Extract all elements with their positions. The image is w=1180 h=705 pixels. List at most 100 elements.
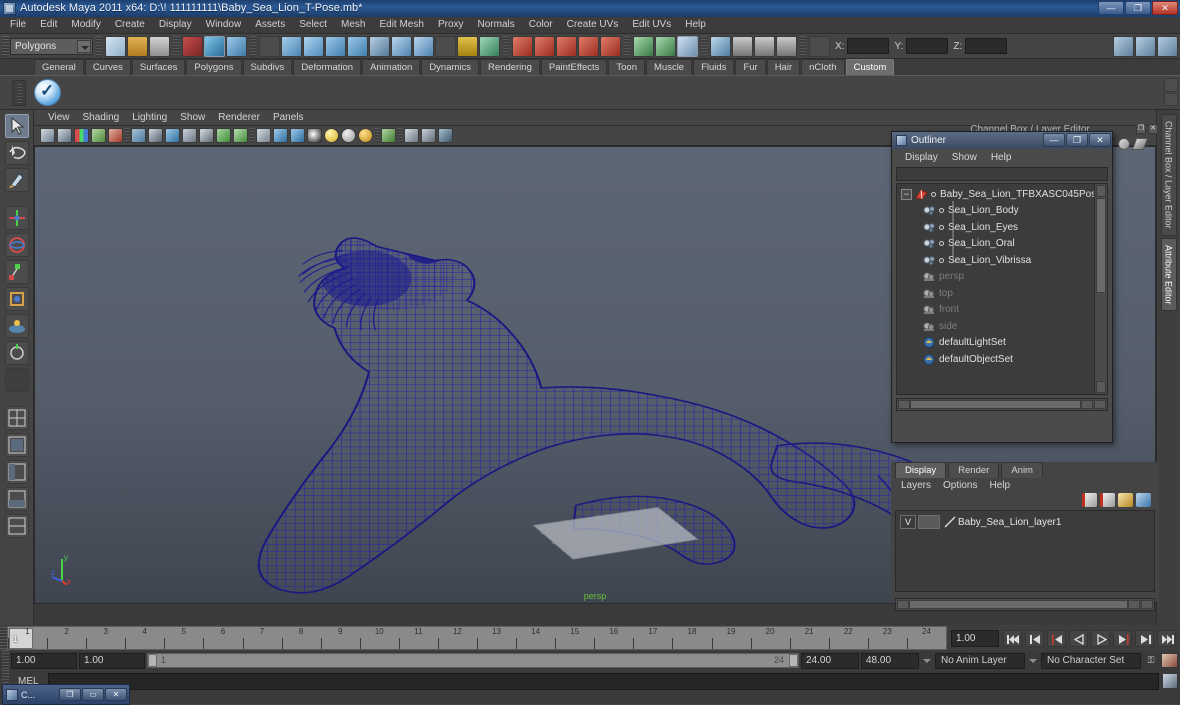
text-icon[interactable] [233, 128, 248, 143]
menu-proxy[interactable]: Proxy [431, 17, 471, 33]
outliner-scroll-thumb[interactable] [1096, 198, 1106, 293]
layout-four-view[interactable] [4, 406, 29, 430]
wireframe-icon[interactable] [131, 128, 146, 143]
outliner-tree[interactable]: − Baby_Sea_Lion_TFBXASC045Pose Sea_Lion_Bo… [896, 183, 1108, 395]
viewport-menu-view[interactable]: View [42, 110, 76, 125]
save-scene-icon[interactable] [149, 35, 170, 57]
rotate-tool[interactable] [4, 233, 29, 257]
outliner-row[interactable]: top [897, 285, 1107, 302]
move-tool-icon[interactable] [281, 35, 302, 57]
shelf-tab-custom[interactable]: Custom [845, 59, 895, 75]
layout-single-perspective[interactable] [4, 433, 29, 457]
menu-help[interactable]: Help [678, 17, 713, 33]
window-minimize-button[interactable]: — [1098, 1, 1124, 15]
selection-mode-dropdown[interactable]: Polygons [10, 37, 93, 55]
layout-hypergraph[interactable] [4, 487, 29, 511]
shaded-wireframe-icon[interactable] [182, 128, 197, 143]
outliner-row[interactable]: − Baby_Sea_Lion_TFBXASC045Pose [897, 186, 1107, 203]
outliner-restore-button[interactable]: ❐ [1066, 133, 1088, 147]
layer-hscroll-right-arrow[interactable] [1128, 600, 1140, 609]
select-by-component-icon[interactable] [226, 35, 247, 57]
dock-tab-channel-box-layer-editor[interactable]: Channel Box / Layer Editor [1160, 114, 1177, 236]
outliner-menu-display[interactable]: Display [898, 150, 945, 165]
window-close-button[interactable]: ✕ [1152, 1, 1178, 15]
outliner-row-label[interactable]: Baby_Sea_Lion_TFBXASC045Pose [940, 189, 1102, 200]
menu-modify[interactable]: Modify [64, 17, 107, 33]
paint-select-tool[interactable] [4, 168, 29, 192]
range-left-handle[interactable] [148, 654, 157, 667]
open-scene-icon[interactable] [127, 35, 148, 57]
surface-snap-icon[interactable] [347, 35, 368, 57]
outliner-expand-toggle[interactable]: − [901, 188, 912, 200]
render-settings-icon[interactable] [776, 35, 797, 57]
anim-layer-field[interactable]: No Anim Layer [935, 652, 1025, 669]
tool-settings-toggle-icon[interactable] [1135, 35, 1156, 57]
hardware-texture-icon[interactable] [216, 128, 231, 143]
outliner-row-label[interactable]: top [939, 288, 953, 299]
menu-create[interactable]: Create [108, 17, 152, 33]
time-slider-grip[interactable] [0, 627, 7, 649]
view-plane-icon[interactable] [413, 35, 434, 57]
taskbar-close-button[interactable]: ✕ [105, 688, 127, 701]
grease-pencil-icon[interactable] [108, 128, 123, 143]
range-start-time-field[interactable]: 1.00 [79, 652, 145, 669]
range-right-handle[interactable] [789, 654, 798, 667]
curve-snap2-icon[interactable] [534, 35, 555, 57]
shelf-tab-muscle[interactable]: Muscle [646, 59, 693, 75]
layer-editor-tab-render[interactable]: Render [948, 462, 1000, 478]
channel-box-close-button[interactable]: ✕ [1148, 124, 1158, 134]
layer-list[interactable]: V Baby_Sea_Lion_layer1 [895, 510, 1155, 592]
taskbar-maximize-button[interactable]: ▭ [82, 688, 104, 701]
smooth-shade-icon[interactable] [148, 128, 163, 143]
outliner-row[interactable]: Sea_Lion_Oral [897, 236, 1107, 253]
viewport-menu-lighting[interactable]: Lighting [126, 110, 173, 125]
menu-normals[interactable]: Normals [471, 17, 522, 33]
step-forward-frame-icon[interactable] [1113, 629, 1132, 647]
construction-plane-icon[interactable] [369, 35, 390, 57]
isolate-select-icon[interactable] [404, 128, 419, 143]
shelf-tab-fur[interactable]: Fur [735, 59, 766, 75]
shelf-tab-painteffects[interactable]: PaintEffects [540, 59, 608, 75]
animation-preferences-icon[interactable] [1161, 653, 1178, 668]
outliner-row-label[interactable]: Sea_Lion_Vibrissa [948, 255, 1031, 266]
chevron-down-icon[interactable] [77, 39, 91, 53]
lock-icon[interactable] [457, 35, 478, 57]
character-set-field[interactable]: No Character Set [1041, 652, 1141, 669]
default-light-icon[interactable] [324, 128, 339, 143]
render-region-icon[interactable] [421, 128, 436, 143]
layer-editor-tab-display[interactable]: Display [895, 462, 947, 478]
range-end-time-field[interactable]: 24.00 [801, 652, 859, 669]
taskbar-window[interactable]: C... ❐ ▭ ✕ [2, 684, 130, 705]
outliner-row-label[interactable]: Sea_Lion_Eyes [948, 222, 1018, 233]
go-to-start-icon[interactable] [1003, 629, 1022, 647]
outliner-row-label[interactable]: Sea_Lion_Oral [948, 238, 1015, 249]
grid-toggle-icon[interactable] [381, 128, 396, 143]
layer-list-horizontal-scrollbar[interactable] [895, 598, 1155, 611]
layer-editor-menu-help[interactable]: Help [983, 479, 1016, 492]
select-by-object-icon[interactable] [204, 35, 225, 57]
play-backwards-icon[interactable] [1069, 629, 1088, 647]
layout-outliner-persp[interactable] [4, 460, 29, 484]
input-connection-icon[interactable] [633, 35, 654, 57]
screen-space-ao-icon[interactable] [307, 128, 322, 143]
layer-type-icon[interactable] [942, 515, 958, 529]
menu-assets[interactable]: Assets [248, 17, 292, 33]
playback-speed-chevron-icon[interactable] [921, 653, 933, 669]
layer-name[interactable]: Baby_Sea_Lion_layer1 [958, 517, 1061, 528]
outliner-row[interactable]: front [897, 302, 1107, 319]
layer-editor-menu-options[interactable]: Options [937, 479, 983, 492]
outliner-search-field[interactable] [896, 167, 1108, 181]
outliner-row-label[interactable]: persp [939, 271, 964, 282]
shelf-tab-animation[interactable]: Animation [362, 59, 421, 75]
menu-window[interactable]: Window [199, 17, 249, 33]
menu-mesh[interactable]: Mesh [334, 17, 372, 33]
outliner-minimize-button[interactable]: — [1043, 133, 1065, 147]
layer-editor-tab-anim[interactable]: Anim [1001, 462, 1043, 478]
step-back-frame-icon[interactable] [1047, 629, 1066, 647]
coord-z-field[interactable] [965, 38, 1008, 54]
construction-history-icon[interactable] [677, 35, 698, 57]
outliner-row-label[interactable]: side [939, 321, 957, 332]
layout-persp-graph[interactable] [4, 514, 29, 538]
batch-render-icon[interactable] [754, 35, 775, 57]
outliner-row[interactable]: Sea_Lion_Body [897, 203, 1107, 220]
